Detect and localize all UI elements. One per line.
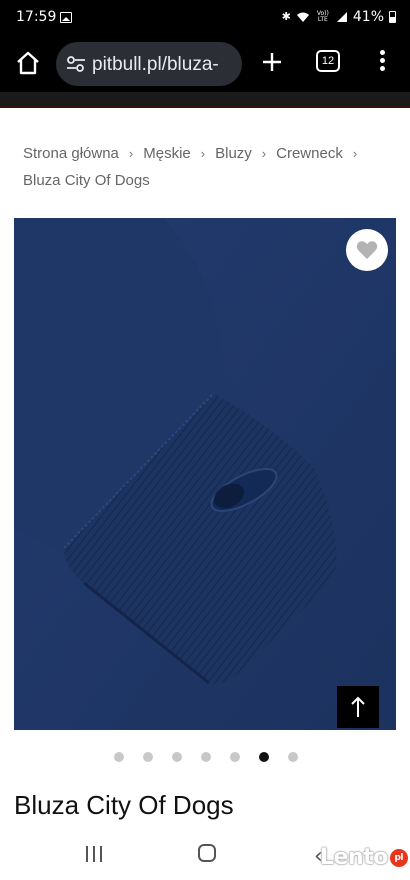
wifi-icon: [296, 12, 309, 22]
home-icon[interactable]: [198, 844, 216, 862]
breadcrumb: Strona główna › Męskie › Bluzy › Crewneck › Blu…: [23, 140, 393, 194]
arrow-up-icon: [351, 696, 365, 717]
status-time: 17:59: [16, 9, 57, 25]
breadcrumb-item-hoodies[interactable]: Bluzy: [215, 145, 252, 162]
breadcrumb-separator: ›: [200, 146, 206, 161]
tune-icon[interactable]: [66, 56, 86, 72]
sweatshirt-sleeve-illustration: [14, 218, 396, 730]
gallery-dot[interactable]: [259, 752, 269, 762]
product-title: Bluza City Of Dogs: [14, 790, 234, 820]
url-text: pitbull.pl/bluza-: [92, 54, 219, 75]
battery-icon: [389, 11, 396, 23]
heart-icon: [356, 241, 378, 259]
product-image[interactable]: [14, 218, 396, 730]
gallery-dot[interactable]: [143, 752, 153, 762]
breadcrumb-separator: ›: [261, 146, 267, 161]
more-vert-icon[interactable]: [376, 50, 388, 76]
gallery-pagination: [0, 750, 410, 764]
gallery-dot[interactable]: [230, 752, 240, 762]
home-icon[interactable]: [14, 49, 42, 77]
new-tab-plus-icon[interactable]: [258, 48, 286, 76]
scroll-to-top-button[interactable]: [337, 686, 379, 728]
breadcrumb-current: Bluza City Of Dogs: [23, 172, 150, 189]
recents-icon[interactable]: [84, 844, 104, 864]
breadcrumb-item-crewneck[interactable]: Crewneck: [276, 145, 343, 162]
breadcrumb-separator: ›: [128, 146, 134, 161]
browser-toolbar: pitbull.pl/bluza- 12: [0, 36, 410, 92]
favorite-button[interactable]: [346, 229, 388, 271]
gallery-dot[interactable]: [172, 752, 182, 762]
site-header-strip: [0, 92, 410, 108]
gallery-dot[interactable]: [201, 752, 211, 762]
status-bar: 17:59 ✱ Vo)) LTE 41%: [0, 0, 410, 36]
tab-switcher-button[interactable]: 12: [316, 50, 340, 72]
image-notification-icon: [60, 12, 72, 23]
lento-watermark: Lento pl: [320, 845, 408, 870]
gallery-dot[interactable]: [114, 752, 124, 762]
breadcrumb-item-home[interactable]: Strona główna: [23, 145, 119, 162]
status-icons: ✱ Vo)) LTE 41%: [282, 9, 396, 25]
address-bar[interactable]: pitbull.pl/bluza-: [56, 42, 242, 86]
gallery-dot[interactable]: [288, 752, 298, 762]
watermark-text: Lento: [320, 845, 388, 870]
bluetooth-icon: ✱: [281, 10, 291, 23]
signal-icon: [336, 12, 347, 22]
watermark-badge: pl: [389, 849, 408, 867]
lte-indicator: Vo)) LTE: [316, 10, 329, 23]
breadcrumb-separator: ›: [352, 146, 358, 161]
battery-percent: 41%: [352, 9, 384, 25]
breadcrumb-item-men[interactable]: Męskie: [143, 145, 191, 162]
